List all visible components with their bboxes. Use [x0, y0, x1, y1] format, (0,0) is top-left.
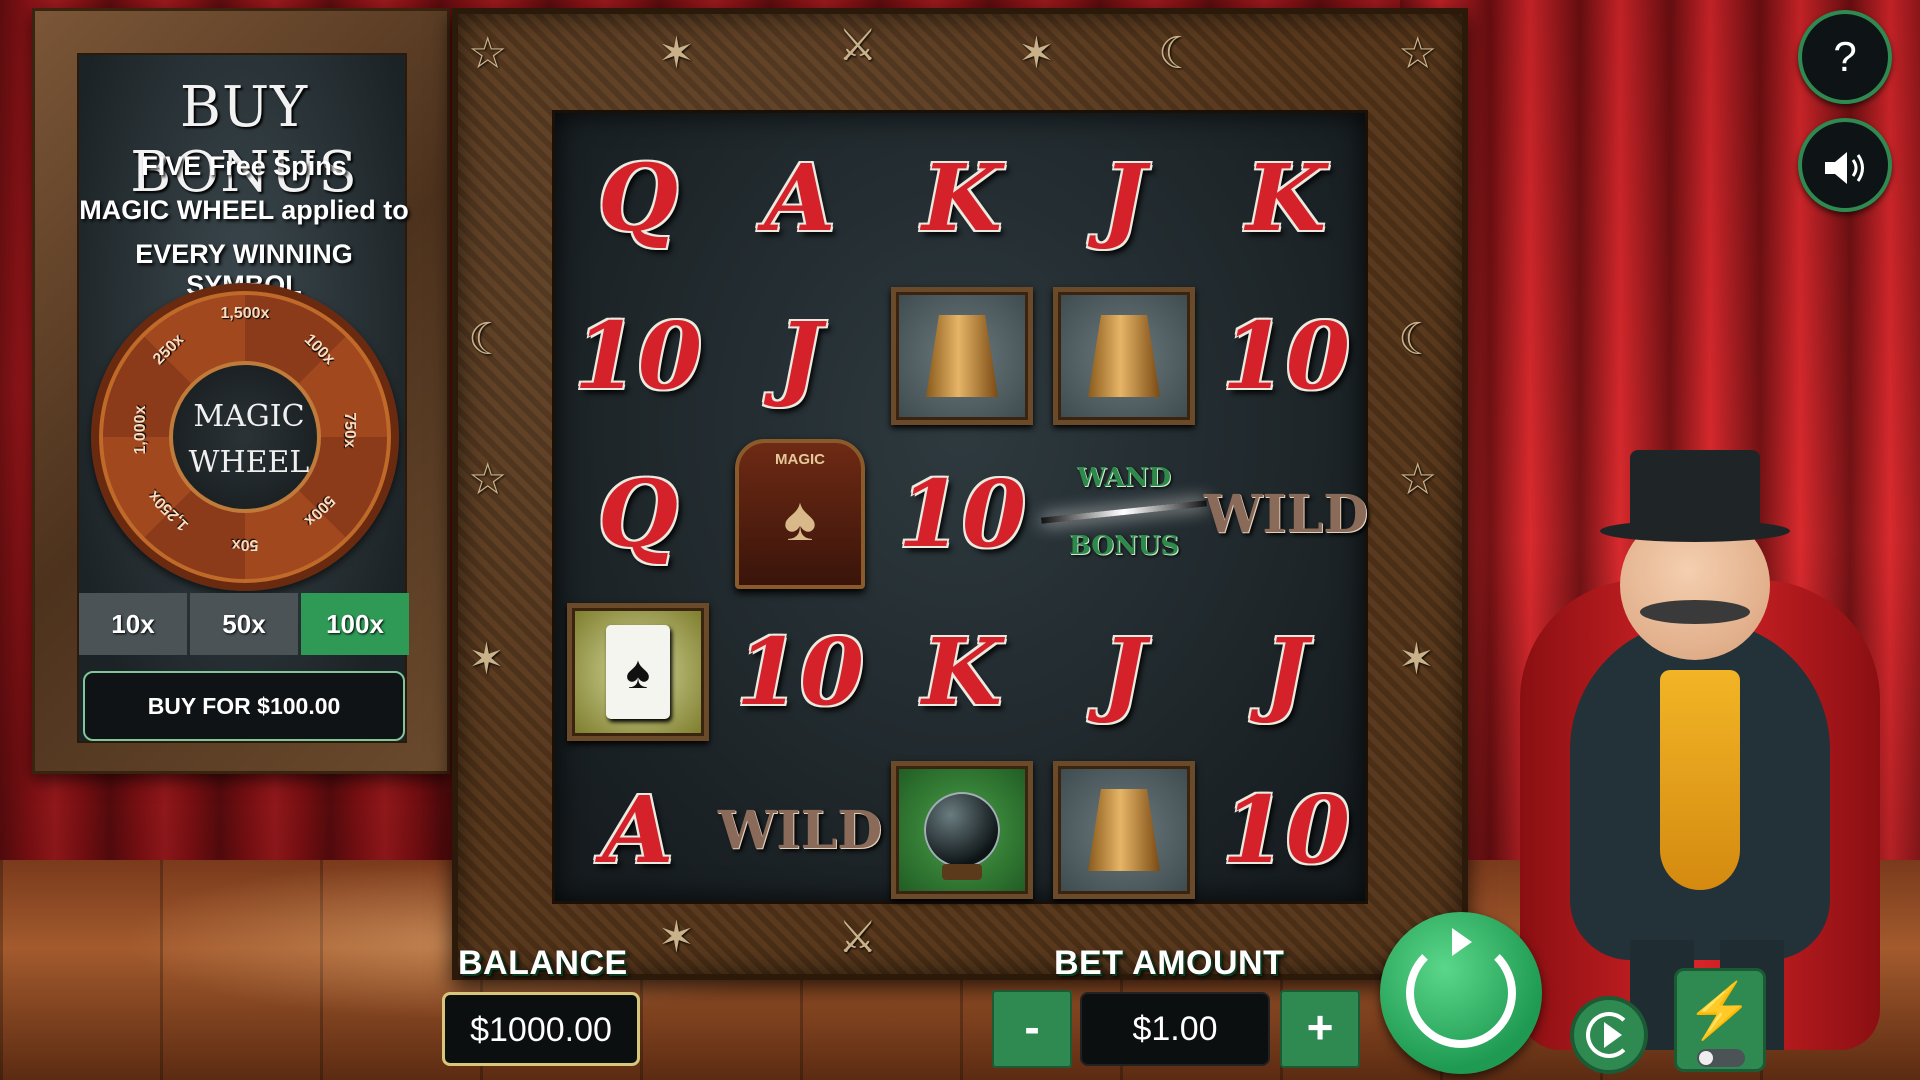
reel-symbol-wild: WILD	[717, 799, 883, 861]
pentagram-icon: ☆	[468, 29, 508, 78]
magic-wheel: 1,500x 100x 750x 500x 50x 1,250x 1,000x …	[91, 283, 399, 591]
spin-arrow-icon	[1452, 928, 1472, 956]
reel-symbol-j: J	[1264, 618, 1308, 726]
reel-symbol-wand-bonus: WAND BONUS	[1041, 441, 1207, 587]
star-icon: ✶	[658, 913, 695, 962]
buy-bonus-board: BUY BONUS FIVE Free Spins MAGIC WHEEL ap…	[77, 53, 409, 743]
turbo-button[interactable]: ⚡	[1674, 968, 1766, 1072]
turbo-toggle[interactable]	[1697, 1049, 1745, 1067]
crystal-ball-icon	[924, 792, 1000, 880]
cup-icon	[1088, 315, 1160, 397]
reel-symbol-cup	[1051, 283, 1197, 429]
top-hat-brim	[1600, 520, 1790, 542]
wheel-hub: MAGIC WHEEL	[169, 361, 321, 513]
reel-symbol-cup	[889, 283, 1035, 429]
bet-amount-label: BET AMOUNT	[1054, 944, 1285, 982]
reel-symbol-crystal-ball	[889, 757, 1035, 903]
reel-symbol-wild: WILD	[1203, 483, 1369, 545]
mustache	[1640, 600, 1750, 624]
top-hat-icon: ⚔	[838, 21, 878, 70]
buy-bonus-title: BUY BONUS	[130, 75, 358, 205]
buy-bonus-button[interactable]: BUY FOR $100.00	[83, 671, 405, 741]
moon-icon: ☾	[468, 315, 508, 364]
vest	[1660, 670, 1740, 890]
reel-symbol-10: 10	[735, 618, 865, 726]
reel-symbol-a: A	[764, 144, 836, 252]
star-icon: ✶	[1398, 635, 1435, 684]
wheel-center-text: WHEEL	[188, 445, 310, 480]
wand-bonus-bottom: BONUS	[1068, 531, 1180, 561]
buy-bonus-line-2: MAGIC WHEEL applied to	[79, 195, 409, 225]
reel-symbol-j: J	[778, 302, 822, 410]
reel-symbol-10: 10	[897, 460, 1027, 568]
wheel-center-text: MAGIC	[193, 399, 305, 434]
spin-button[interactable]	[1380, 912, 1542, 1074]
bet-increase-button[interactable]: +	[1280, 990, 1360, 1068]
wheel-segment: 250x	[150, 331, 188, 369]
top-hat	[1630, 450, 1760, 530]
pentagram-icon: ☆	[1398, 29, 1438, 78]
spade-icon: ♠	[783, 485, 817, 554]
reel-symbol-k: K	[1246, 144, 1326, 252]
wheel-segment: 100x	[300, 331, 338, 369]
autoplay-button[interactable]	[1570, 996, 1648, 1074]
moon-icon: ☾	[1398, 315, 1438, 364]
magic-door-label: MAGIC	[775, 451, 825, 468]
reel-symbol-k: K	[922, 144, 1002, 252]
reel-symbol-magic-door: MAGIC ♠	[727, 439, 873, 589]
wand-bonus-top: WAND	[1076, 463, 1172, 493]
reel-frame: ☆ ✶ ⚔ ✶ ☾ ☆ ☆ ☆ ☾ ☾ ✶ ✶ ⚔ ✶ Q A K J K 10…	[452, 8, 1468, 980]
reel-symbol-j: J	[1102, 618, 1146, 726]
multiplier-50x-button[interactable]: 50x	[190, 593, 298, 655]
reel-symbol-10: 10	[1221, 302, 1351, 410]
star-icon: ✶	[468, 635, 505, 684]
lightning-icon: ⚡	[1686, 981, 1754, 1041]
wand-icon	[1041, 500, 1207, 524]
wheel-segment: 750x	[341, 412, 358, 448]
bet-amount-value: $1.00	[1080, 992, 1270, 1066]
reel-symbol-q: Q	[597, 144, 679, 252]
cup-icon	[1088, 789, 1160, 871]
speaker-icon	[1825, 152, 1864, 184]
play-icon	[1604, 1022, 1622, 1048]
ace-of-spades-icon: ♠	[606, 625, 670, 719]
reel-grid: Q A K J K 10 J 10 Q MAGIC ♠ 10 WAND BONU…	[552, 110, 1368, 904]
balance-value: $1000.00	[442, 992, 640, 1066]
reel-symbol-cup	[1051, 757, 1197, 903]
reel-symbol-10: 10	[1221, 776, 1351, 884]
buy-bonus-line-1: FIVE Free Spins	[141, 151, 347, 181]
reel-symbol-ace-card: ♠	[565, 599, 711, 745]
reel-symbol-q: Q	[597, 460, 679, 568]
question-icon: ?	[1833, 33, 1857, 80]
sound-button[interactable]	[1798, 118, 1892, 212]
star-icon: ✶	[1018, 29, 1055, 78]
help-button[interactable]: ?	[1798, 10, 1892, 104]
moon-icon: ☾	[1158, 29, 1198, 78]
reel-symbol-10: 10	[573, 302, 703, 410]
reel-symbol-a: A	[602, 776, 674, 884]
star-icon: ✶	[658, 29, 695, 78]
multiplier-10x-button[interactable]: 10x	[79, 593, 187, 655]
reel-symbol-j: J	[1102, 144, 1146, 252]
top-hat-icon: ⚔	[838, 913, 878, 962]
reel-symbol-k: K	[922, 618, 1002, 726]
pentagram-icon: ☆	[468, 455, 508, 504]
pentagram-icon: ☆	[1398, 455, 1438, 504]
balance-label: BALANCE	[458, 944, 628, 982]
wheel-segment: 50x	[231, 536, 259, 553]
magic-door-icon: MAGIC ♠	[735, 439, 865, 589]
buy-bonus-panel: BUY BONUS FIVE Free Spins MAGIC WHEEL ap…	[32, 8, 450, 774]
bet-decrease-button[interactable]: -	[992, 990, 1072, 1068]
cup-icon	[926, 315, 998, 397]
wheel-segment: 1,500x	[220, 305, 270, 322]
multiplier-100x-button[interactable]: 100x	[301, 593, 409, 655]
wheel-segment: 1,000x	[132, 405, 149, 455]
